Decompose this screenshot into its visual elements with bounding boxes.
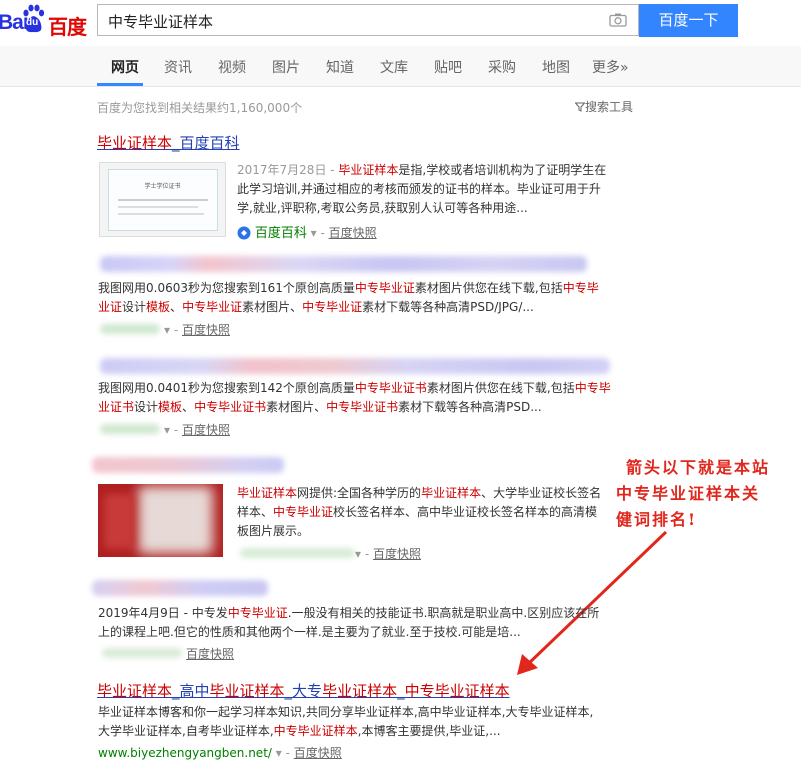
text: ,本博客主要提供,毕业证,... [357,724,501,738]
title-rest: _高中 [172,682,210,700]
result-5-snippet: 2019年4月9日 - 中专发中专毕业证.一般没有相关的技能证书.职高就是职业高… [98,604,638,642]
text: 上的课程上吧.但它的性质和其他两个一样.是主要为了就业.至于技校.可能是培... [98,625,521,639]
title-highlight: 毕业证样本 [322,682,398,700]
cache-link[interactable]: 百度快照 [186,647,234,661]
result-6-title[interactable]: 毕业证样本_高中毕业证样本_大专毕业证样本_中专毕业证样本 [97,680,510,701]
annotation-arrow [517,530,668,675]
result-6-url[interactable]: www.biyezhengyangben.net/ [98,746,272,760]
title-highlight: 毕业证样本 [209,682,285,700]
text: 毕业证样本博客和你一起学习样本知识,共同分享毕业证样本,高中毕业证样本,大专毕业… [98,705,594,719]
result-6-meta: www.biyezhengyangben.net/ ▾ - 百度快照 [98,746,342,760]
cache-link[interactable]: 百度快照 [294,746,342,760]
hl: 中专毕业证样本 [273,724,358,738]
text: 2019年4月9日 - 中专发 [98,606,228,620]
result-6-snippet: 毕业证样本博客和你一起学习样本知识,共同分享毕业证样本,高中毕业证样本,大专毕业… [98,703,658,741]
result-5-url-blurred[interactable] [102,648,182,658]
title-rest: _大专 [284,682,323,700]
title-highlight: 中专毕业证样本 [404,682,510,700]
title-highlight: 毕业证样本 [97,682,173,700]
result-5-meta: 百度快照 [186,645,234,662]
title-rest: _ [397,682,405,700]
text: .一般没有相关的技能证书.职高就是职业高中.区别应该在所 [287,606,600,620]
text: 大学毕业证样本,自考毕业证样本, [98,724,274,738]
result-5-title-blurred[interactable] [92,580,268,596]
hl: 中专毕业证 [227,606,288,620]
